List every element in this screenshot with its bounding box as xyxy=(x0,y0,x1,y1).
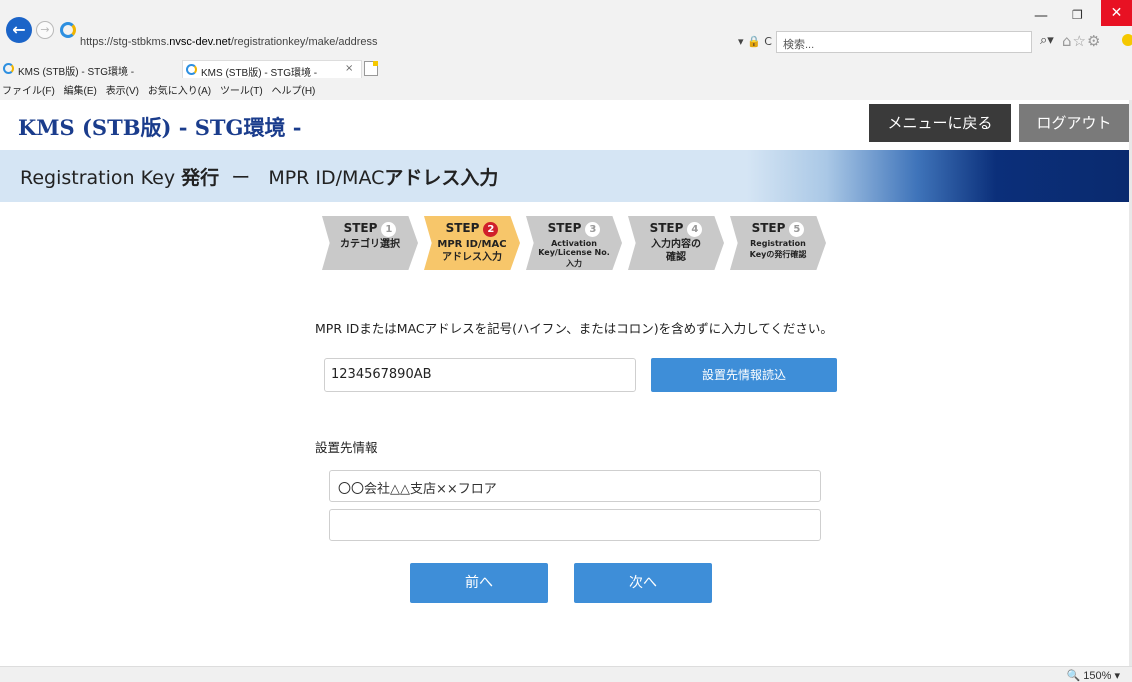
read-location-info-button[interactable]: 設置先情報読込 xyxy=(651,358,837,392)
menu-file[interactable]: ファイル(F) xyxy=(2,86,55,97)
location-info-label: 設置先情報 xyxy=(315,440,378,455)
ie-tab-icon xyxy=(3,63,14,74)
location-info-field-2[interactable] xyxy=(329,509,821,541)
zoom-icon: 🔍 xyxy=(1066,670,1081,682)
step-4: STEP 4 入力内容の 確認 xyxy=(628,216,724,270)
lock-refresh-icon[interactable]: ▾ 🔒 C xyxy=(738,35,772,48)
logout-button[interactable]: ログアウト xyxy=(1019,104,1129,142)
forward-arrow-icon[interactable]: → xyxy=(36,21,54,39)
restore-icon[interactable]: ❐ xyxy=(1072,8,1083,22)
menu-tools[interactable]: ツール(T) xyxy=(220,86,263,97)
next-button[interactable]: 次へ xyxy=(574,563,712,603)
back-arrow-icon[interactable]: ← xyxy=(6,17,32,43)
menu-edit[interactable]: 編集(E) xyxy=(64,86,97,97)
ie-logo-icon xyxy=(60,22,76,38)
close-window-icon[interactable]: ✕ xyxy=(1101,0,1132,26)
step-indicator: STEP 1 カテゴリ選択 STEP 2 MPR ID/MAC アドレス入力 STE… xyxy=(322,216,832,272)
browser-tab-1[interactable]: KMS (STB版) - STG環境 - xyxy=(0,60,176,78)
page-title-bar: Registration Key 発行 ー MPR ID/MACアドレス入力 xyxy=(0,150,1132,202)
app-header: KMS (STB版) - STG環境 - メニューに戻る ログアウト xyxy=(0,100,1132,150)
browser-search-input[interactable]: 検索... xyxy=(776,31,1032,53)
zoom-level[interactable]: 🔍 150% ▾ xyxy=(1067,669,1120,682)
new-tab-icon[interactable] xyxy=(364,61,378,76)
browser-chrome: ← → https://stg-stbkms.nvsc-dev.net/regi… xyxy=(0,0,1132,100)
search-icon[interactable]: ⌕▾ xyxy=(1040,33,1054,48)
smiley-feedback-icon[interactable] xyxy=(1122,34,1132,46)
tab-close-icon[interactable]: × xyxy=(345,63,353,74)
home-star-gear-icon[interactable]: ⌂☆⚙ xyxy=(1062,32,1101,50)
minimize-icon[interactable]: — xyxy=(1034,8,1048,24)
address-bar[interactable]: https://stg-stbkms.nvsc-dev.net/registra… xyxy=(80,36,378,48)
step-3: STEP 3 Activation Key/License No. 入力 xyxy=(526,216,622,270)
step-5: STEP 5 Registration Keyの発行確認 xyxy=(730,216,826,270)
step-2-active: STEP 2 MPR ID/MAC アドレス入力 xyxy=(424,216,520,270)
step-1: STEP 1 カテゴリ選択 xyxy=(322,216,418,270)
status-bar: 🔍 150% ▾ xyxy=(0,666,1132,682)
page-title: Registration Key 発行 ー MPR ID/MACアドレス入力 xyxy=(20,167,499,189)
app-title: KMS (STB版) - STG環境 - xyxy=(18,115,302,140)
menu-favorites[interactable]: お気に入り(A) xyxy=(148,86,211,97)
prev-button[interactable]: 前へ xyxy=(410,563,548,603)
instruction-text: MPR IDまたはMACアドレスを記号(ハイフン、またはコロン)を含めずに入力し… xyxy=(315,321,833,336)
browser-tab-2[interactable]: KMS (STB版) - STG環境 - xyxy=(182,60,362,79)
back-to-menu-button[interactable]: メニューに戻る xyxy=(869,104,1011,142)
ie-tab-icon xyxy=(186,64,197,75)
menu-view[interactable]: 表示(V) xyxy=(106,86,139,97)
mpr-mac-input[interactable]: 1234567890AB xyxy=(324,358,636,392)
menu-help[interactable]: ヘルプ(H) xyxy=(272,86,316,97)
browser-menubar: ファイル(F) 編集(E) 表示(V) お気に入り(A) ツール(T) ヘルプ(… xyxy=(0,80,1132,98)
location-info-field-1[interactable]: 〇〇会社△△支店××フロア xyxy=(329,470,821,502)
